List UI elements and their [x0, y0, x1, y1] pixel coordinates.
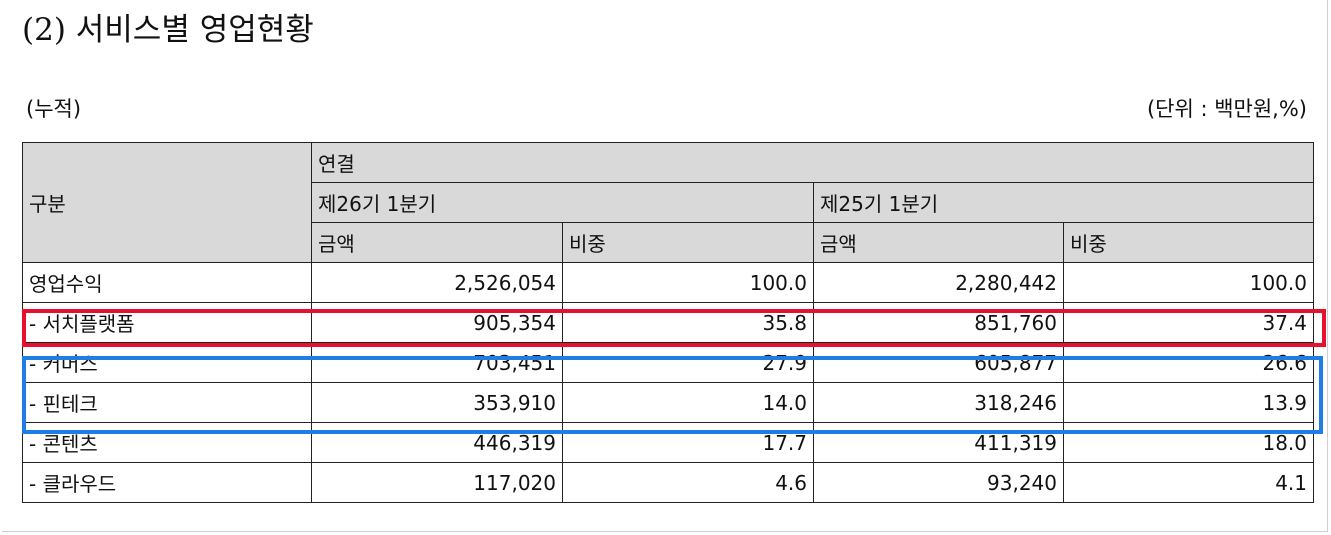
p1-ratio-cell: 17.7	[562, 422, 814, 463]
basis-label: (누적)	[26, 97, 82, 121]
p1-ratio-cell: 14.0	[562, 382, 814, 423]
p1-amount-cell: 703,451	[311, 342, 563, 383]
row-label: - 커머스	[22, 342, 312, 383]
section-title: (2) 서비스별 영업현황	[22, 12, 314, 48]
header-p1-ratio: 비중	[562, 222, 814, 263]
service-revenue-table: 구분 연결 제26기 1분기 제25기 1분기 금액 비중 금액 비중 영업수익…	[22, 142, 1314, 503]
header-p1-amount: 금액	[311, 222, 563, 263]
table-row: - 서치플랫폼 905,354 35.8 851,760 37.4	[22, 302, 1314, 343]
p2-ratio-cell: 37.4	[1063, 302, 1314, 343]
header-p2-amount: 금액	[813, 222, 1064, 263]
p1-ratio-cell: 4.6	[562, 462, 814, 503]
p2-ratio-cell: 26.6	[1063, 342, 1314, 383]
row-label: 영업수익	[22, 262, 312, 303]
p2-ratio-cell: 100.0	[1063, 262, 1314, 303]
unit-label: (단위 : 백만원,%)	[1146, 97, 1307, 121]
p2-amount-cell: 411,319	[813, 422, 1064, 463]
header-group: 연결	[311, 142, 1314, 183]
p1-amount-cell: 117,020	[311, 462, 563, 503]
row-label: - 콘텐츠	[22, 422, 312, 463]
p1-amount-cell: 905,354	[311, 302, 563, 343]
p2-ratio-cell: 13.9	[1063, 382, 1314, 423]
table-row: - 커머스 703,451 27.9 605,877 26.6	[22, 342, 1314, 383]
header-row-1: 구분 연결	[22, 142, 1314, 263]
p2-amount-cell: 605,877	[813, 342, 1064, 383]
p2-amount-cell: 2,280,442	[813, 262, 1064, 303]
p1-ratio-cell: 35.8	[562, 302, 814, 343]
table-row: 영업수익 2,526,054 100.0 2,280,442 100.0	[22, 262, 1314, 303]
header-p2-ratio: 비중	[1063, 222, 1314, 263]
header-period-2: 제25기 1분기	[813, 182, 1314, 223]
p2-amount-cell: 93,240	[813, 462, 1064, 503]
row-label: - 서치플랫폼	[22, 302, 312, 343]
p1-ratio-cell: 100.0	[562, 262, 814, 303]
p1-ratio-cell: 27.9	[562, 342, 814, 383]
row-label: - 클라우드	[22, 462, 312, 503]
p1-amount-cell: 446,319	[311, 422, 563, 463]
table-row: - 콘텐츠 446,319 17.7 411,319 18.0	[22, 422, 1314, 463]
table-row: - 핀테크 353,910 14.0 318,246 13.9	[22, 382, 1314, 423]
p1-amount-cell: 2,526,054	[311, 262, 563, 303]
header-period-1: 제26기 1분기	[311, 182, 814, 223]
row-label: - 핀테크	[22, 382, 312, 423]
p2-ratio-cell: 4.1	[1063, 462, 1314, 503]
p1-amount-cell: 353,910	[311, 382, 563, 423]
p2-amount-cell: 851,760	[813, 302, 1064, 343]
p2-amount-cell: 318,246	[813, 382, 1064, 423]
p2-ratio-cell: 18.0	[1063, 422, 1314, 463]
header-category: 구분	[22, 142, 312, 263]
table-row: - 클라우드 117,020 4.6 93,240 4.1	[22, 462, 1314, 503]
